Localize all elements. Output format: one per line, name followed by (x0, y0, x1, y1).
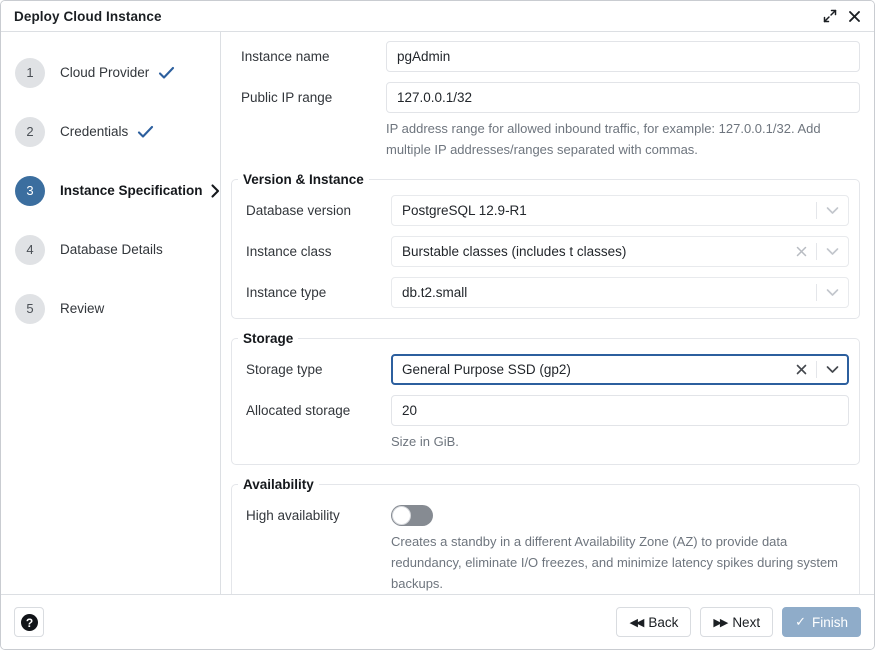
toggle-knob (392, 506, 411, 525)
step-number: 4 (15, 235, 45, 265)
select-separator (816, 361, 817, 378)
availability-group: Availability High availability Creates a… (231, 477, 860, 594)
sidebar-step-review[interactable]: 5 Review (1, 279, 220, 338)
question-mark-icon: ? (20, 613, 39, 632)
storage-legend: Storage (238, 331, 298, 346)
step-number: 3 (15, 176, 45, 206)
version-and-instance-legend: Version & Instance (238, 172, 369, 187)
select-separator (816, 243, 817, 260)
storage-type-select[interactable]: General Purpose SSD (gp2) (391, 354, 849, 385)
instance-type-label: Instance type (236, 277, 391, 300)
instance-class-value: Burstable classes (includes t classes) (402, 244, 791, 259)
next-button-label: Next (732, 615, 760, 630)
allocated-storage-row: Allocated storage 20 Size in GiB. (236, 395, 849, 454)
instance-name-row: Instance name pgAdmin (231, 41, 860, 72)
dialog-body: 1 Cloud Provider 2 Credentials 3 Instanc… (1, 32, 874, 594)
instance-name-control: pgAdmin (386, 41, 860, 72)
step-number: 2 (15, 117, 45, 147)
help-button[interactable]: ? (14, 607, 44, 637)
high-availability-row: High availability Creates a standby in a… (236, 500, 849, 594)
step-label: Credentials (60, 124, 128, 139)
step-label: Instance Specification (60, 183, 203, 198)
availability-legend: Availability (238, 477, 319, 492)
chevron-down-icon[interactable] (822, 206, 842, 215)
svg-text:?: ? (25, 615, 32, 629)
select-separator (816, 284, 817, 301)
instance-class-label: Instance class (236, 236, 391, 259)
step-number: 1 (15, 58, 45, 88)
database-version-control: PostgreSQL 12.9-R1 (391, 195, 849, 226)
instance-class-row: Instance class Burstable classes (includ… (236, 236, 849, 267)
instance-name-label: Instance name (231, 41, 386, 64)
public-ip-range-label: Public IP range (231, 82, 386, 105)
public-ip-range-row: Public IP range 127.0.0.1/32 IP address … (231, 82, 860, 162)
chevron-down-icon[interactable] (822, 247, 842, 256)
instance-class-control: Burstable classes (includes t classes) (391, 236, 849, 267)
finish-button-label: Finish (812, 615, 848, 630)
database-version-row: Database version PostgreSQL 12.9-R1 (236, 195, 849, 226)
sidebar-step-cloud-provider[interactable]: 1 Cloud Provider (1, 43, 220, 102)
dialog-titlebar: Deploy Cloud Instance (1, 1, 874, 32)
allocated-storage-input[interactable]: 20 (391, 395, 849, 426)
storage-type-label: Storage type (236, 354, 391, 377)
finish-button[interactable]: ✓ Finish (782, 607, 861, 637)
next-button[interactable]: ▶▶ Next (700, 607, 773, 637)
chevron-down-icon[interactable] (822, 288, 842, 297)
database-version-label: Database version (236, 195, 391, 218)
instance-class-select[interactable]: Burstable classes (includes t classes) (391, 236, 849, 267)
sidebar-step-instance-specification[interactable]: 3 Instance Specification (1, 161, 220, 220)
public-ip-range-input[interactable]: 127.0.0.1/32 (386, 82, 860, 113)
chevron-down-icon[interactable] (822, 365, 842, 374)
instance-name-input[interactable]: pgAdmin (386, 41, 860, 72)
step-label: Database Details (60, 242, 163, 257)
step-label: Cloud Provider (60, 65, 149, 80)
database-version-value: PostgreSQL 12.9-R1 (402, 203, 811, 218)
instance-type-select[interactable]: db.t2.small (391, 277, 849, 308)
high-availability-help: Creates a standby in a different Availab… (391, 531, 849, 594)
select-separator (816, 202, 817, 219)
storage-group: Storage Storage type General Purpose SSD… (231, 331, 860, 465)
close-icon[interactable] (842, 4, 866, 28)
instance-type-value: db.t2.small (402, 285, 811, 300)
allocated-storage-label: Allocated storage (236, 395, 391, 418)
wizard-steps-sidebar: 1 Cloud Provider 2 Credentials 3 Instanc… (1, 32, 221, 594)
step-label: Review (60, 301, 104, 316)
public-ip-range-control: 127.0.0.1/32 IP address range for allowe… (386, 82, 860, 162)
dialog-footer: ? ◀◀ Back ▶▶ Next ✓ Finish (1, 594, 874, 649)
next-arrow-icon: ▶▶ (713, 616, 726, 629)
version-and-instance-group: Version & Instance Database version Post… (231, 172, 860, 319)
high-availability-label: High availability (236, 500, 391, 523)
check-icon: ✓ (795, 614, 806, 630)
deploy-cloud-instance-dialog: Deploy Cloud Instance 1 Cloud Provider (0, 0, 875, 650)
dialog-title: Deploy Cloud Instance (14, 9, 162, 24)
storage-type-control: General Purpose SSD (gp2) (391, 354, 849, 385)
instance-type-row: Instance type db.t2.small (236, 277, 849, 308)
storage-type-value: General Purpose SSD (gp2) (402, 362, 791, 377)
check-icon (137, 125, 154, 139)
public-ip-range-help: IP address range for allowed inbound tra… (386, 118, 856, 160)
clear-icon[interactable] (791, 363, 811, 377)
back-button[interactable]: ◀◀ Back (616, 607, 691, 637)
step-number: 5 (15, 294, 45, 324)
allocated-storage-help: Size in GiB. (391, 431, 849, 452)
clear-icon[interactable] (791, 245, 811, 259)
allocated-storage-control: 20 Size in GiB. (391, 395, 849, 454)
high-availability-control: Creates a standby in a different Availab… (391, 500, 849, 594)
expand-icon[interactable] (818, 4, 842, 28)
storage-type-row: Storage type General Purpose SSD (gp2) (236, 354, 849, 385)
sidebar-step-credentials[interactable]: 2 Credentials (1, 102, 220, 161)
check-icon (158, 66, 175, 80)
database-version-select[interactable]: PostgreSQL 12.9-R1 (391, 195, 849, 226)
instance-type-control: db.t2.small (391, 277, 849, 308)
sidebar-step-database-details[interactable]: 4 Database Details (1, 220, 220, 279)
back-button-label: Back (648, 615, 678, 630)
high-availability-toggle[interactable] (391, 505, 433, 526)
instance-specification-form: Instance name pgAdmin Public IP range 12… (221, 32, 874, 594)
chevron-right-icon (211, 184, 220, 198)
back-arrow-icon: ◀◀ (629, 616, 642, 629)
